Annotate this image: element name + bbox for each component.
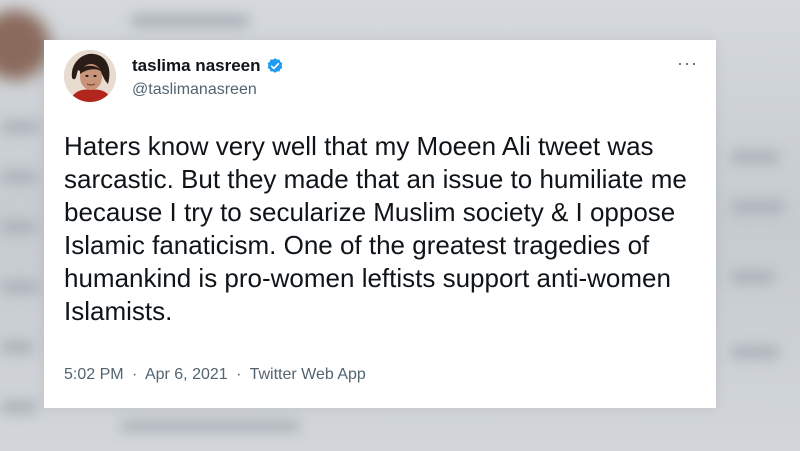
source-app-link[interactable]: Twitter Web App [250, 366, 366, 383]
background-blur-shape [0, 280, 40, 294]
meta-separator: · [132, 366, 138, 383]
background-avatar-blur [0, 10, 50, 80]
author-name[interactable]: taslima nasreen [132, 56, 261, 76]
author-handle[interactable]: @taslimanasreen [132, 81, 257, 99]
background-blur-shape [0, 340, 34, 354]
background-blur-shape [130, 14, 250, 28]
tweet-card: taslima nasreen @taslimanasreen ··· Hate… [44, 40, 716, 408]
tweet-text: Haters know very well that my Moeen Ali … [64, 131, 687, 326]
background-blur-shape [0, 120, 40, 134]
background-blur-shape [730, 150, 780, 164]
tweet-date[interactable]: Apr 6, 2021 [145, 366, 228, 383]
background-blur-shape [120, 420, 300, 432]
more-options-icon[interactable]: ··· [677, 54, 698, 72]
tweet-metadata: 5:02 PM · Apr 6, 2021 · Twitter Web App [64, 366, 366, 384]
author-avatar[interactable] [64, 50, 116, 102]
background-blur-shape [730, 345, 780, 359]
background-blur-shape [730, 200, 785, 214]
background-blur-shape [0, 400, 38, 414]
background-blur-shape [0, 170, 38, 184]
verified-badge-icon [266, 57, 284, 75]
avatar-image [64, 50, 116, 102]
background-blur-shape [730, 270, 775, 284]
meta-separator: · [236, 366, 242, 383]
background-blur-shape [0, 220, 36, 234]
tweet-time[interactable]: 5:02 PM [64, 366, 124, 383]
author-name-row: taslima nasreen [132, 56, 284, 76]
